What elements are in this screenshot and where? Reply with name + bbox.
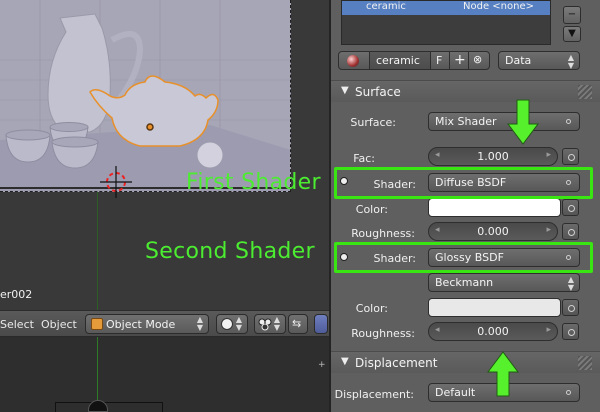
roughness1-slider[interactable]: ◂ 0.000 ▸ [428, 222, 558, 241]
mode-label: Object Mode [106, 318, 176, 331]
increment-arrow-icon[interactable]: ▸ [546, 150, 551, 160]
fac-label: Fac: [353, 152, 375, 165]
material-browse-button[interactable] [338, 51, 370, 70]
solid-shading-icon [221, 318, 233, 330]
select-menu[interactable]: Select [0, 318, 34, 331]
roughness2-socket-button[interactable] [562, 323, 579, 340]
color1-swatch[interactable] [428, 198, 561, 217]
socket-dot-icon [566, 119, 571, 124]
slot-remove-button[interactable]: − [563, 6, 581, 24]
first-shader-annotation: First Shader [186, 170, 321, 195]
roughness1-socket-button[interactable] [562, 223, 579, 240]
fac-slider[interactable]: ◂ 1.000 ▸ [428, 147, 558, 166]
material-slot-node: Node <none> [463, 1, 534, 12]
arrow-up-icon [487, 351, 519, 397]
material-name-field[interactable]: ceramic [369, 51, 431, 70]
material-slot-name: ceramic [366, 1, 406, 12]
increment-arrow-icon[interactable]: ▸ [546, 225, 551, 235]
color1-label: Color: [355, 203, 388, 216]
collapse-triangle-icon: ▼ [341, 356, 349, 367]
dropdown-arrows-icon: ▲ ▼ [567, 275, 574, 292]
fake-user-button[interactable]: F [430, 51, 450, 70]
link-dropdown-label: Data [505, 54, 532, 67]
new-material-button[interactable]: + [449, 51, 469, 70]
y-axis-line [97, 192, 98, 310]
surface-shader-value: Mix Shader [435, 115, 497, 128]
panel-grip-icon[interactable] [578, 356, 592, 370]
viewport-shading-dropdown[interactable]: ▲ ▼ [216, 314, 248, 334]
transform-arrows-icon: ⇆ [292, 317, 302, 330]
fac-socket-button[interactable] [562, 148, 579, 165]
color2-swatch[interactable] [428, 298, 561, 317]
dropdown-arrows-icon: ▲ ▼ [273, 315, 280, 332]
dropdown-arrows-icon: ▲ ▼ [196, 315, 203, 332]
plus-icon: + [454, 52, 466, 68]
roughness2-value: 0.000 [477, 325, 509, 338]
collapse-triangle-icon: ▼ [341, 85, 349, 96]
render-view[interactable] [0, 0, 291, 192]
transform-manipulator-icon[interactable] [314, 314, 328, 334]
pivot-icon [258, 318, 272, 331]
displacement-panel-title: Displacement [355, 356, 438, 370]
object-menu[interactable]: Object [41, 318, 77, 331]
color2-label: Color: [355, 302, 388, 315]
surface-shader-dropdown[interactable]: Mix Shader [428, 112, 580, 131]
first-shader-highlight [334, 167, 593, 199]
color2-socket-button[interactable] [562, 299, 579, 316]
3d-view-header: Select Object Object Mode ▲ ▼ ▲ ▼ ▲ ▼ ⇆ [0, 310, 329, 337]
object-mode-icon [91, 318, 103, 330]
fac-value: 1.000 [477, 150, 509, 163]
surface-panel-header[interactable]: ▼ Surface [331, 80, 600, 102]
3d-cursor-icon[interactable] [100, 166, 132, 198]
arrow-down-icon [507, 99, 539, 145]
panel-grip-icon[interactable] [578, 85, 592, 99]
material-name-text: ceramic [376, 54, 420, 67]
dropdown-arrows-icon: ▲ ▼ [567, 53, 574, 70]
displacement-value: Default [435, 386, 476, 399]
manipulator-toggle[interactable]: ⇆ [288, 314, 308, 334]
color1-socket-button[interactable] [562, 199, 579, 216]
active-object-label: er002 [0, 288, 33, 301]
scene-render [0, 0, 290, 191]
link-dropdown[interactable]: Data ▲ ▼ [498, 51, 580, 70]
close-icon: ⊗ [473, 53, 483, 66]
surface-label: Surface: [350, 116, 396, 129]
sphere-mesh [196, 141, 224, 169]
lower-editor-area[interactable]: + [0, 337, 329, 412]
roughness2-slider[interactable]: ◂ 0.000 ▸ [428, 322, 558, 341]
material-slot-list[interactable]: ceramic Node <none> [341, 0, 551, 45]
unlink-material-button[interactable]: ⊗ [468, 51, 490, 70]
expand-plus-icon[interactable]: + [318, 361, 327, 370]
fake-user-label: F [436, 54, 443, 67]
increment-arrow-icon[interactable]: ▸ [546, 325, 551, 335]
slot-move-down-button[interactable]: ▼ [563, 26, 581, 42]
socket-dot-icon [566, 390, 571, 395]
second-shader-highlight [334, 242, 593, 273]
camera-frame [55, 402, 163, 412]
second-shader-annotation: Second Shader [145, 239, 315, 264]
roughness1-label: Roughness: [351, 227, 415, 240]
roughness1-value: 0.000 [477, 225, 509, 238]
interaction-mode-dropdown[interactable]: Object Mode ▲ ▼ [85, 314, 209, 334]
distribution-dropdown[interactable]: Beckmann ▲ ▼ [428, 273, 580, 292]
surface-panel-title: Surface [355, 85, 401, 99]
displacement-label: Displacement: [334, 388, 414, 401]
material-sphere-icon [347, 55, 359, 67]
pivot-point-dropdown[interactable]: ▲ ▼ [254, 314, 286, 334]
roughness2-label: Roughness: [351, 327, 415, 340]
displacement-panel-header[interactable]: ▼ Displacement [331, 351, 600, 373]
dropdown-arrows-icon: ▲ ▼ [235, 315, 242, 332]
material-slot-row[interactable]: ceramic Node <none> [342, 1, 550, 15]
distribution-value: Beckmann [435, 276, 494, 289]
